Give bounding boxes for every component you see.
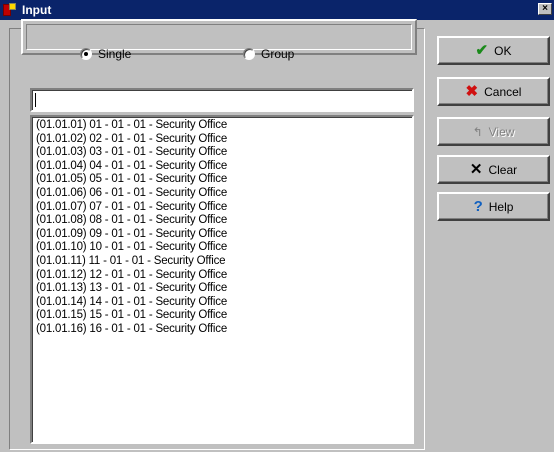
window-title: Input xyxy=(22,3,52,17)
ok-button-label: OK xyxy=(494,43,512,58)
x-icon: ✕ xyxy=(469,161,483,178)
group-radio-label: Group xyxy=(261,47,295,61)
list-item[interactable]: (01.01.13) 13 - 01 - 01 - Security Offic… xyxy=(32,282,412,296)
list-item[interactable]: (01.01.10) 10 - 01 - 01 - Security Offic… xyxy=(32,241,412,255)
view-button[interactable]: ↰ View xyxy=(437,117,550,146)
red-x-icon: ✖ xyxy=(465,83,479,100)
list-item[interactable]: (01.01.01) 01 - 01 - 01 - Security Offic… xyxy=(32,119,412,133)
help-button-label: Help xyxy=(488,199,514,214)
ok-button[interactable]: ✔ OK xyxy=(437,36,550,65)
list-item[interactable]: (01.01.14) 14 - 01 - 01 - Security Offic… xyxy=(32,296,412,310)
title-bar: Input × xyxy=(0,0,554,20)
single-radio[interactable]: Single xyxy=(80,47,131,61)
group-radio-dot[interactable] xyxy=(243,48,255,60)
question-mark-icon: ? xyxy=(473,198,483,215)
search-input[interactable] xyxy=(30,88,414,112)
single-radio-dot[interactable] xyxy=(80,48,92,60)
list-item[interactable]: (01.01.06) 06 - 01 - 01 - Security Offic… xyxy=(32,187,412,201)
close-button[interactable]: × xyxy=(538,3,552,15)
list-item[interactable]: (01.01.02) 02 - 01 - 01 - Security Offic… xyxy=(32,133,412,147)
view-button-label: View xyxy=(488,124,515,139)
checkmark-icon: ✔ xyxy=(475,42,489,59)
list-item[interactable]: (01.01.03) 03 - 01 - 01 - Security Offic… xyxy=(32,146,412,160)
list-item[interactable]: (01.01.11) 11 - 01 - 01 - Security Offic… xyxy=(32,255,412,269)
single-radio-label: Single xyxy=(98,47,132,61)
list-item[interactable]: (01.01.04) 04 - 01 - 01 - Security Offic… xyxy=(32,160,412,174)
location-list[interactable]: (01.01.01) 01 - 01 - 01 - Security Offic… xyxy=(30,115,414,444)
view-arrow-icon: ↰ xyxy=(472,124,483,139)
app-icon xyxy=(3,3,17,17)
clear-button-label: Clear xyxy=(488,162,518,177)
list-item[interactable]: (01.01.15) 15 - 01 - 01 - Security Offic… xyxy=(32,309,412,323)
cancel-button-label: Cancel xyxy=(484,84,522,99)
list-item[interactable]: (01.01.16) 16 - 01 - 01 - Security Offic… xyxy=(32,323,412,337)
clear-button[interactable]: ✕ Clear xyxy=(437,155,550,184)
text-caret xyxy=(35,93,36,107)
help-button[interactable]: ? Help xyxy=(437,192,550,221)
list-item[interactable]: (01.01.07) 07 - 01 - 01 - Security Offic… xyxy=(32,201,412,215)
list-item[interactable]: (01.01.08) 08 - 01 - 01 - Security Offic… xyxy=(32,214,412,228)
group-radio[interactable]: Group xyxy=(243,47,294,61)
list-item[interactable]: (01.01.12) 12 - 01 - 01 - Security Offic… xyxy=(32,269,412,283)
list-item[interactable]: (01.01.09) 09 - 01 - 01 - Security Offic… xyxy=(32,228,412,242)
cancel-button[interactable]: ✖ Cancel xyxy=(437,77,550,106)
list-item[interactable]: (01.01.05) 05 - 01 - 01 - Security Offic… xyxy=(32,173,412,187)
